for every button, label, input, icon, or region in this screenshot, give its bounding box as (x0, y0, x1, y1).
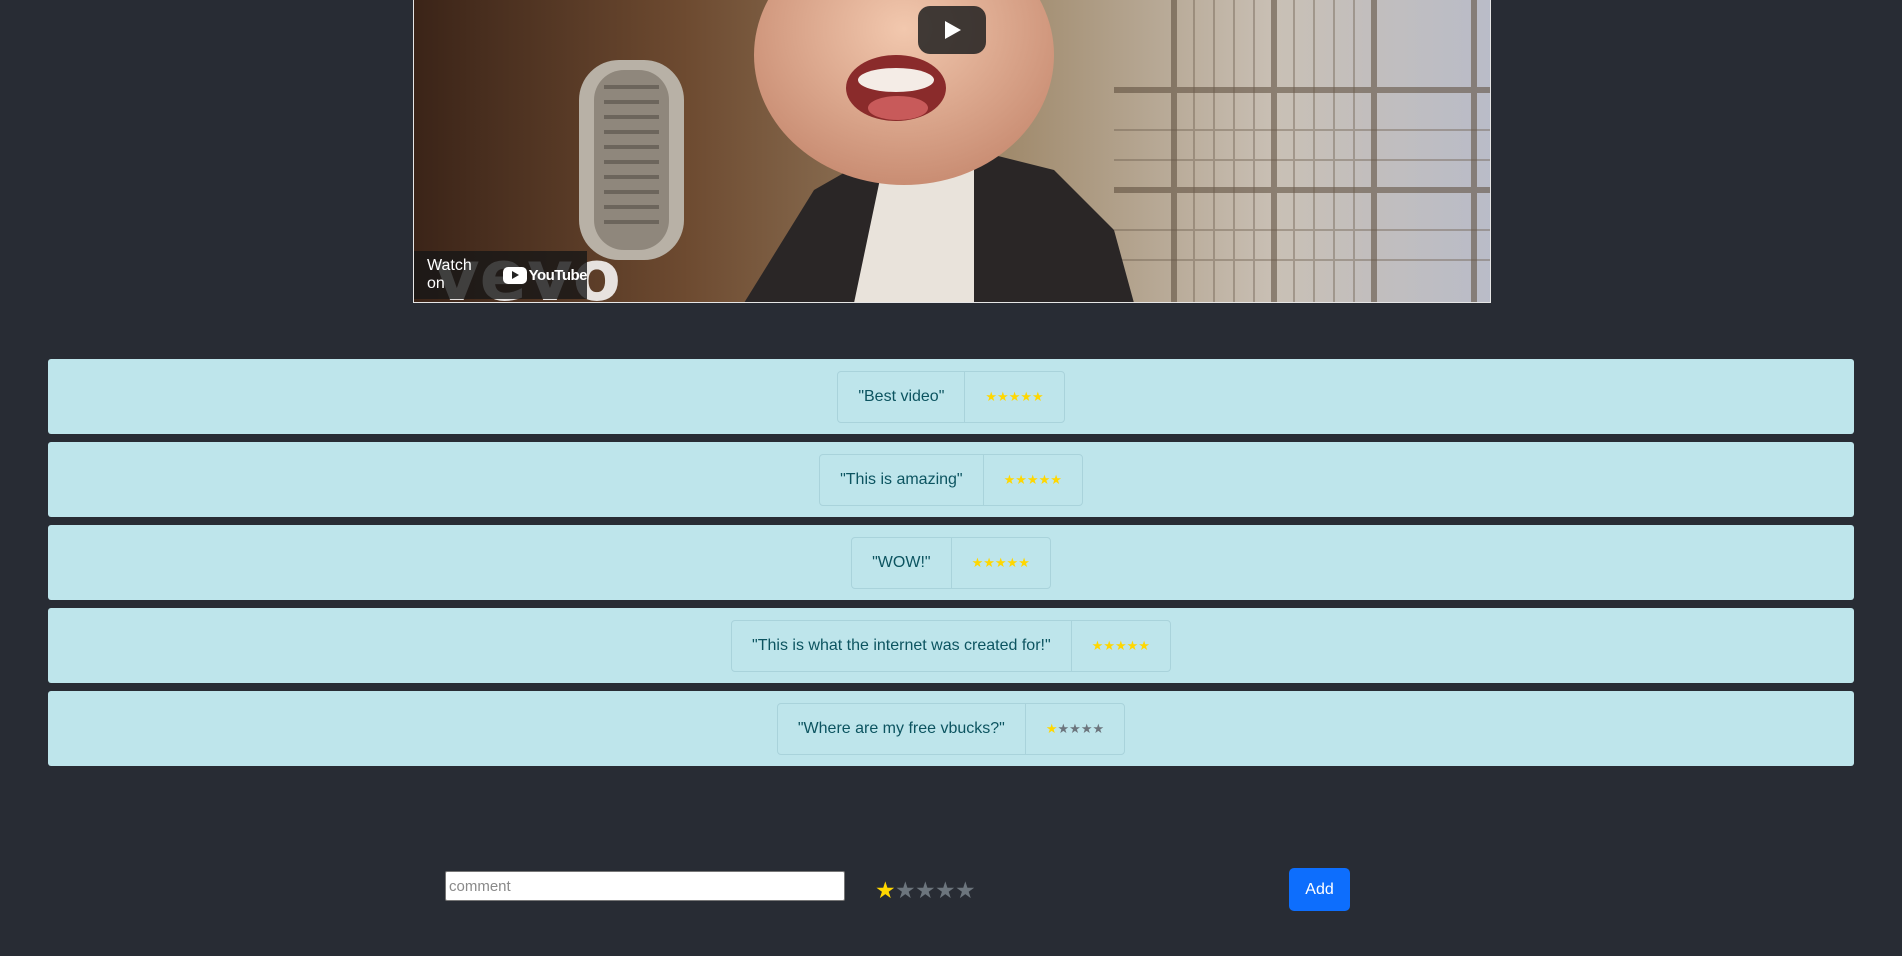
rating-star-1-icon[interactable]: ★ (875, 876, 896, 904)
embedded-video-player[interactable]: vevo Watch on YouTube (413, 0, 1491, 303)
review-rating: ★ ★ ★ ★ ★ (1026, 704, 1124, 754)
star-empty-icon: ★ (1092, 720, 1105, 736)
star-empty-icon: ★ (1057, 720, 1070, 736)
play-button[interactable] (918, 6, 986, 54)
star-empty-icon: ★ (1069, 720, 1081, 736)
review-row: "This is what the internet was created f… (48, 608, 1854, 683)
review-row: "Where are my free vbucks?" ★ ★ ★ ★ ★ (48, 691, 1854, 766)
review-comment: "This is what the internet was created f… (732, 620, 1072, 671)
star-filled-icon: ★ (1003, 471, 1016, 487)
add-button[interactable]: Add (1289, 868, 1350, 911)
watch-on-label: Watch on (427, 257, 472, 292)
star-filled-icon: ★ (1018, 554, 1030, 570)
review-comment: "This is amazing" (820, 454, 984, 505)
review-rating: ★ ★ ★ ★ ★ (1072, 621, 1170, 671)
review-row: "Best video" ★ ★ ★ ★ ★ (48, 359, 1854, 434)
review-comment: "WOW!" (852, 537, 952, 588)
comment-input[interactable] (445, 871, 845, 901)
review-comment: "Best video" (838, 371, 966, 422)
watch-on-youtube-link[interactable]: Watch on YouTube (414, 251, 588, 299)
youtube-wordmark: YouTube (528, 266, 588, 284)
review-row: "WOW!" ★ ★ ★ ★ ★ (48, 525, 1854, 600)
review-item: "This is amazing" ★ ★ ★ ★ ★ (819, 453, 1083, 506)
star-filled-icon: ★ (1045, 720, 1058, 736)
review-row: "This is amazing" ★ ★ ★ ★ ★ (48, 442, 1854, 517)
star-empty-icon: ★ (1080, 720, 1093, 736)
rating-star-3-icon[interactable]: ★ (915, 876, 936, 904)
rating-star-4-icon[interactable]: ★ (935, 876, 956, 904)
play-icon (945, 21, 961, 39)
star-filled-icon: ★ (1032, 388, 1044, 404)
review-item: "This is what the internet was created f… (731, 619, 1171, 672)
star-filled-icon: ★ (997, 388, 1009, 404)
youtube-logo: YouTube (502, 266, 588, 284)
star-filled-icon: ★ (1091, 637, 1104, 653)
star-filled-icon: ★ (1026, 471, 1039, 487)
star-filled-icon: ★ (983, 554, 995, 570)
star-filled-icon: ★ (1038, 471, 1051, 487)
star-filled-icon: ★ (1008, 388, 1021, 404)
rating-star-5-icon[interactable]: ★ (955, 876, 976, 904)
reviews-list: "Best video" ★ ★ ★ ★ ★ "This is amazing" ★ ★ ★… (48, 359, 1854, 774)
microphone-shape (579, 60, 684, 260)
star-filled-icon: ★ (994, 554, 1007, 570)
star-filled-icon: ★ (1126, 637, 1139, 653)
star-filled-icon: ★ (1006, 554, 1019, 570)
star-filled-icon: ★ (985, 388, 998, 404)
review-rating: ★ ★ ★ ★ ★ (965, 372, 1063, 422)
review-item: "Best video" ★ ★ ★ ★ ★ (837, 370, 1065, 423)
star-filled-icon: ★ (1015, 471, 1027, 487)
review-comment: "Where are my free vbucks?" (778, 703, 1026, 754)
review-rating: ★ ★ ★ ★ ★ (952, 538, 1050, 588)
star-filled-icon: ★ (1020, 388, 1033, 404)
rating-star-2-icon[interactable]: ★ (895, 876, 916, 904)
star-filled-icon: ★ (1114, 637, 1127, 653)
star-filled-icon: ★ (971, 554, 984, 570)
review-item: "Where are my free vbucks?" ★ ★ ★ ★ ★ (776, 702, 1126, 755)
star-filled-icon: ★ (1050, 471, 1062, 487)
star-filled-icon: ★ (1138, 637, 1150, 653)
youtube-play-icon (502, 266, 527, 284)
star-filled-icon: ★ (1103, 637, 1115, 653)
review-rating: ★ ★ ★ ★ ★ (984, 455, 1082, 505)
review-item: "WOW!" ★ ★ ★ ★ ★ (851, 536, 1051, 589)
rating-picker[interactable]: ★ ★ ★ ★ ★ (875, 876, 976, 904)
